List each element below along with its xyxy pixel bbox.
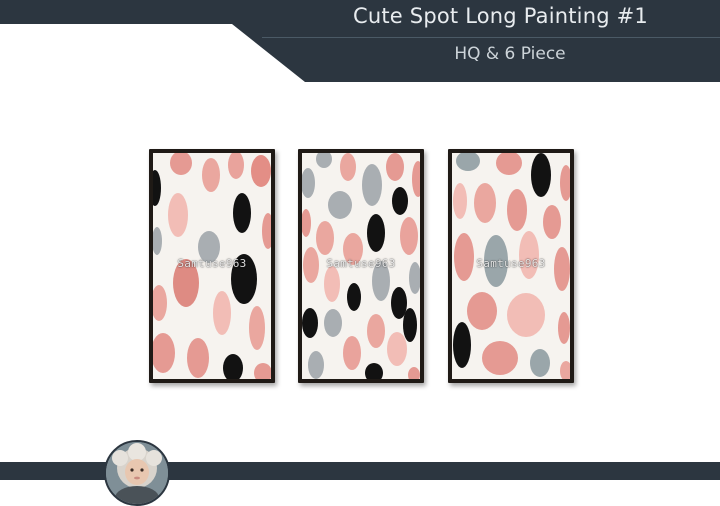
painting-frame-center[interactable]: Samtuse963	[298, 149, 424, 383]
watermark-center: Samtuse963	[326, 257, 396, 270]
painting-frame-right[interactable]: Samtuse963	[448, 149, 574, 383]
painting-frame-left[interactable]: Samtuse963	[149, 149, 275, 383]
page-title: Cute Spot Long Painting #1	[353, 4, 648, 28]
watermark-right: Samtuse963	[476, 257, 546, 270]
watermark-left: Samtuse963	[177, 257, 247, 270]
header-divider	[262, 37, 720, 38]
doll-portrait-icon[interactable]	[104, 440, 170, 506]
page-subtitle: HQ & 6 Piece	[454, 44, 566, 64]
